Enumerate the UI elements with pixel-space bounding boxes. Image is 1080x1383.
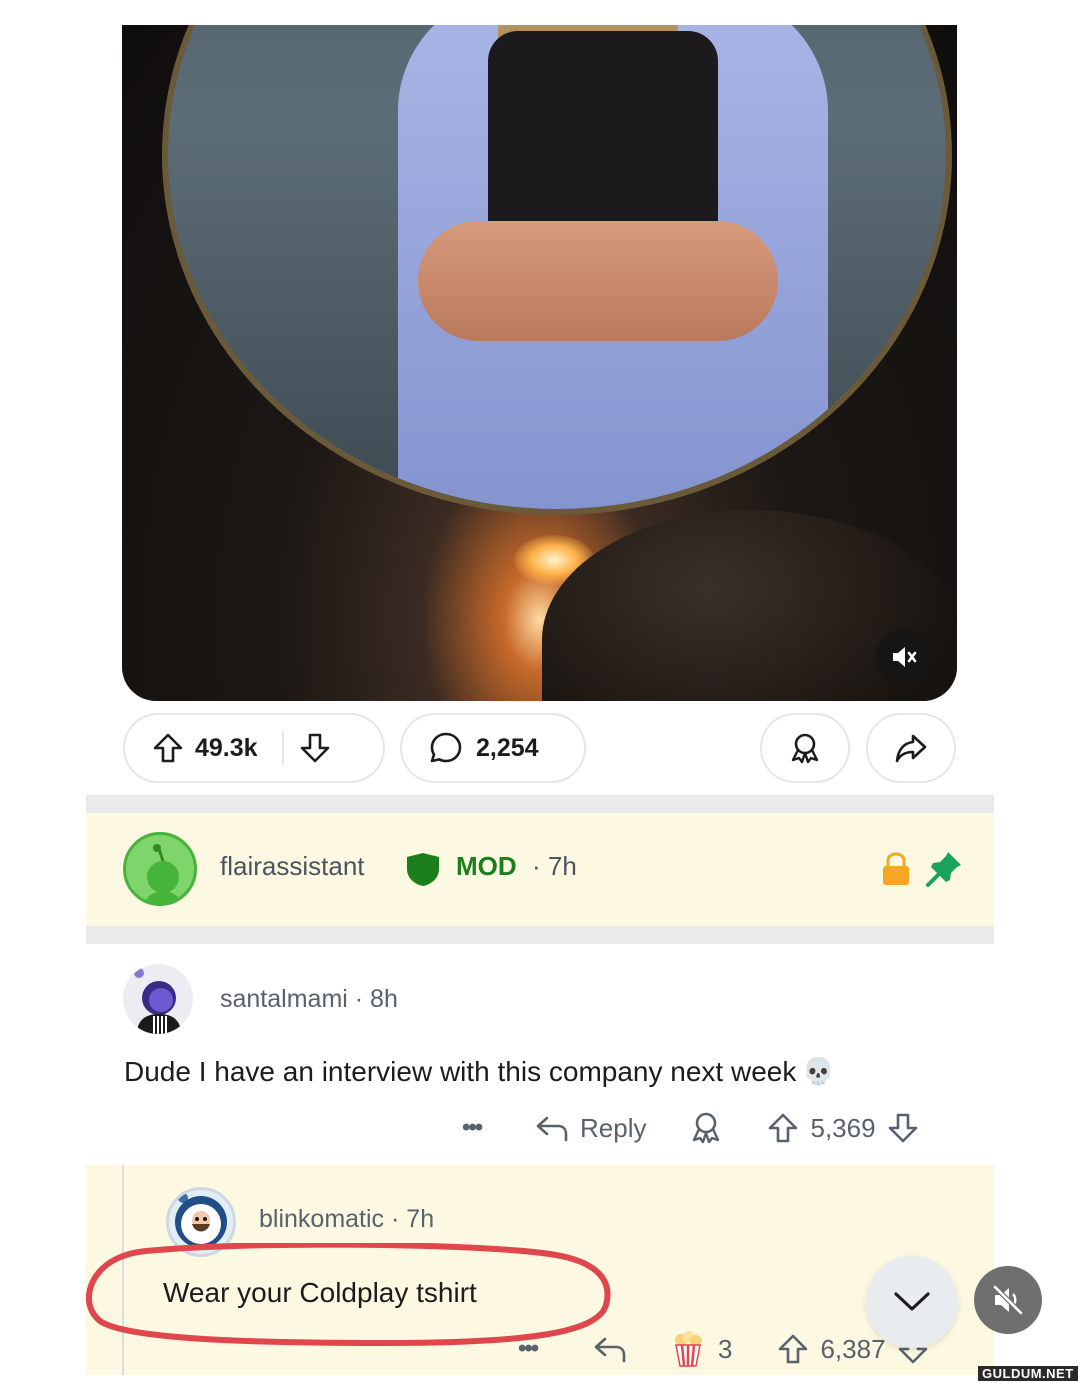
speaker-off-icon xyxy=(993,1285,1023,1315)
comment-time: · 7h xyxy=(391,1205,435,1233)
reply-label: Reply xyxy=(580,1112,647,1143)
skull-emoji: 💀 xyxy=(802,1057,835,1087)
upvote-icon[interactable] xyxy=(766,1111,800,1145)
comment-meta: blinkomatic · 7h xyxy=(259,1205,434,1234)
reply-arrow-icon[interactable] xyxy=(592,1333,628,1365)
post-video[interactable] xyxy=(122,25,957,701)
reply-comment[interactable]: blinkomatic · 7h Wear your Coldplay tshi… xyxy=(86,1165,994,1375)
video-person-arms xyxy=(418,221,778,341)
thread-line[interactable] xyxy=(122,1165,124,1375)
video-frame-screen xyxy=(162,25,952,515)
comment-actions: ••• 3 6,387 xyxy=(518,1329,930,1369)
share-icon xyxy=(895,734,927,763)
snoo-avatar-icon xyxy=(145,844,181,903)
watermark: GULDUM.NET xyxy=(978,1366,1078,1381)
award-group[interactable]: 3 xyxy=(670,1330,732,1368)
popcorn-award-icon xyxy=(675,1331,702,1367)
upvote-icon[interactable] xyxy=(151,731,185,765)
comment-bubble-icon xyxy=(430,732,462,763)
chevron-down-icon xyxy=(894,1292,930,1311)
reply-button[interactable]: Reply xyxy=(534,1112,646,1144)
comment-vote-group: 5,369 xyxy=(766,1111,919,1145)
award-button[interactable] xyxy=(760,713,850,783)
award-count: 3 xyxy=(718,1333,733,1364)
speaker-muted-icon xyxy=(893,647,917,667)
comment-username[interactable]: blinkomatic xyxy=(259,1205,384,1233)
comment-meta: santalmami · 8h xyxy=(220,985,398,1014)
video-mute-button[interactable] xyxy=(876,629,932,685)
comment-actions: ••• Reply 5,369 xyxy=(462,1108,920,1148)
comment-text: Dude I have an interview with this compa… xyxy=(124,1056,797,1087)
comments-button[interactable]: 2,254 xyxy=(400,713,586,783)
comment-count: 2,254 xyxy=(476,733,539,762)
more-options-button[interactable]: ••• xyxy=(518,1335,592,1363)
mod-comment-time: · 7h xyxy=(532,851,577,881)
upvote-count: 49.3k xyxy=(195,733,258,762)
vote-divider xyxy=(281,731,284,765)
comment-body: Dude I have an interview with this compa… xyxy=(124,1056,835,1088)
section-divider xyxy=(86,926,994,944)
mod-badge: MOD xyxy=(456,851,517,881)
comment-score: 6,387 xyxy=(820,1333,886,1364)
downvote-icon[interactable] xyxy=(886,1111,920,1145)
upvote-icon[interactable] xyxy=(776,1332,810,1366)
pinned-mod-comment[interactable]: flairassistant MOD · 7h xyxy=(86,813,994,926)
share-button[interactable] xyxy=(866,713,956,783)
lock-icon xyxy=(883,852,909,885)
award-icon xyxy=(791,733,819,764)
comment-username[interactable]: santalmami xyxy=(220,985,348,1013)
avatar[interactable] xyxy=(123,964,193,1034)
avatar[interactable] xyxy=(123,832,197,906)
comment-text: Wear your Coldplay tshirt xyxy=(163,1277,477,1308)
comment-time: · 8h xyxy=(354,985,398,1013)
section-divider xyxy=(86,795,994,813)
avatar[interactable] xyxy=(166,1187,236,1257)
award-icon[interactable] xyxy=(688,1109,724,1147)
user-avatar-icon xyxy=(175,1193,227,1248)
scroll-next-button[interactable] xyxy=(866,1256,958,1348)
vote-pill: 49.3k xyxy=(123,713,385,783)
reply-arrow-icon xyxy=(536,1116,568,1142)
downvote-icon[interactable] xyxy=(298,731,332,765)
mod-shield-icon xyxy=(407,853,439,886)
mod-username[interactable]: flairassistant xyxy=(220,851,365,882)
sound-off-button[interactable] xyxy=(974,1266,1042,1334)
user-avatar-icon xyxy=(134,968,181,1034)
pin-icon xyxy=(926,852,961,887)
more-options-button[interactable]: ••• xyxy=(462,1114,522,1142)
comment-score: 5,369 xyxy=(810,1112,876,1143)
